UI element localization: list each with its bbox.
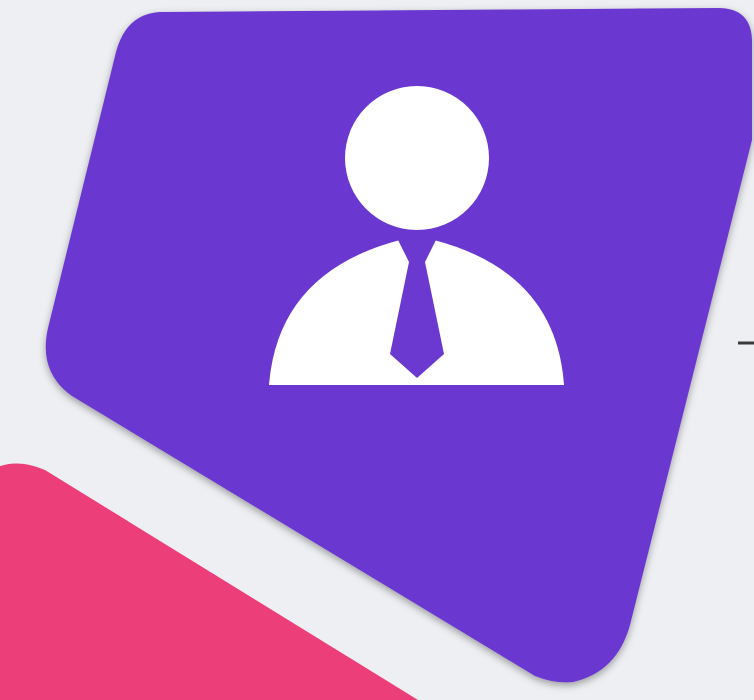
illustration-canvas bbox=[0, 0, 754, 700]
user-head bbox=[345, 86, 489, 230]
illustration bbox=[0, 8, 754, 700]
